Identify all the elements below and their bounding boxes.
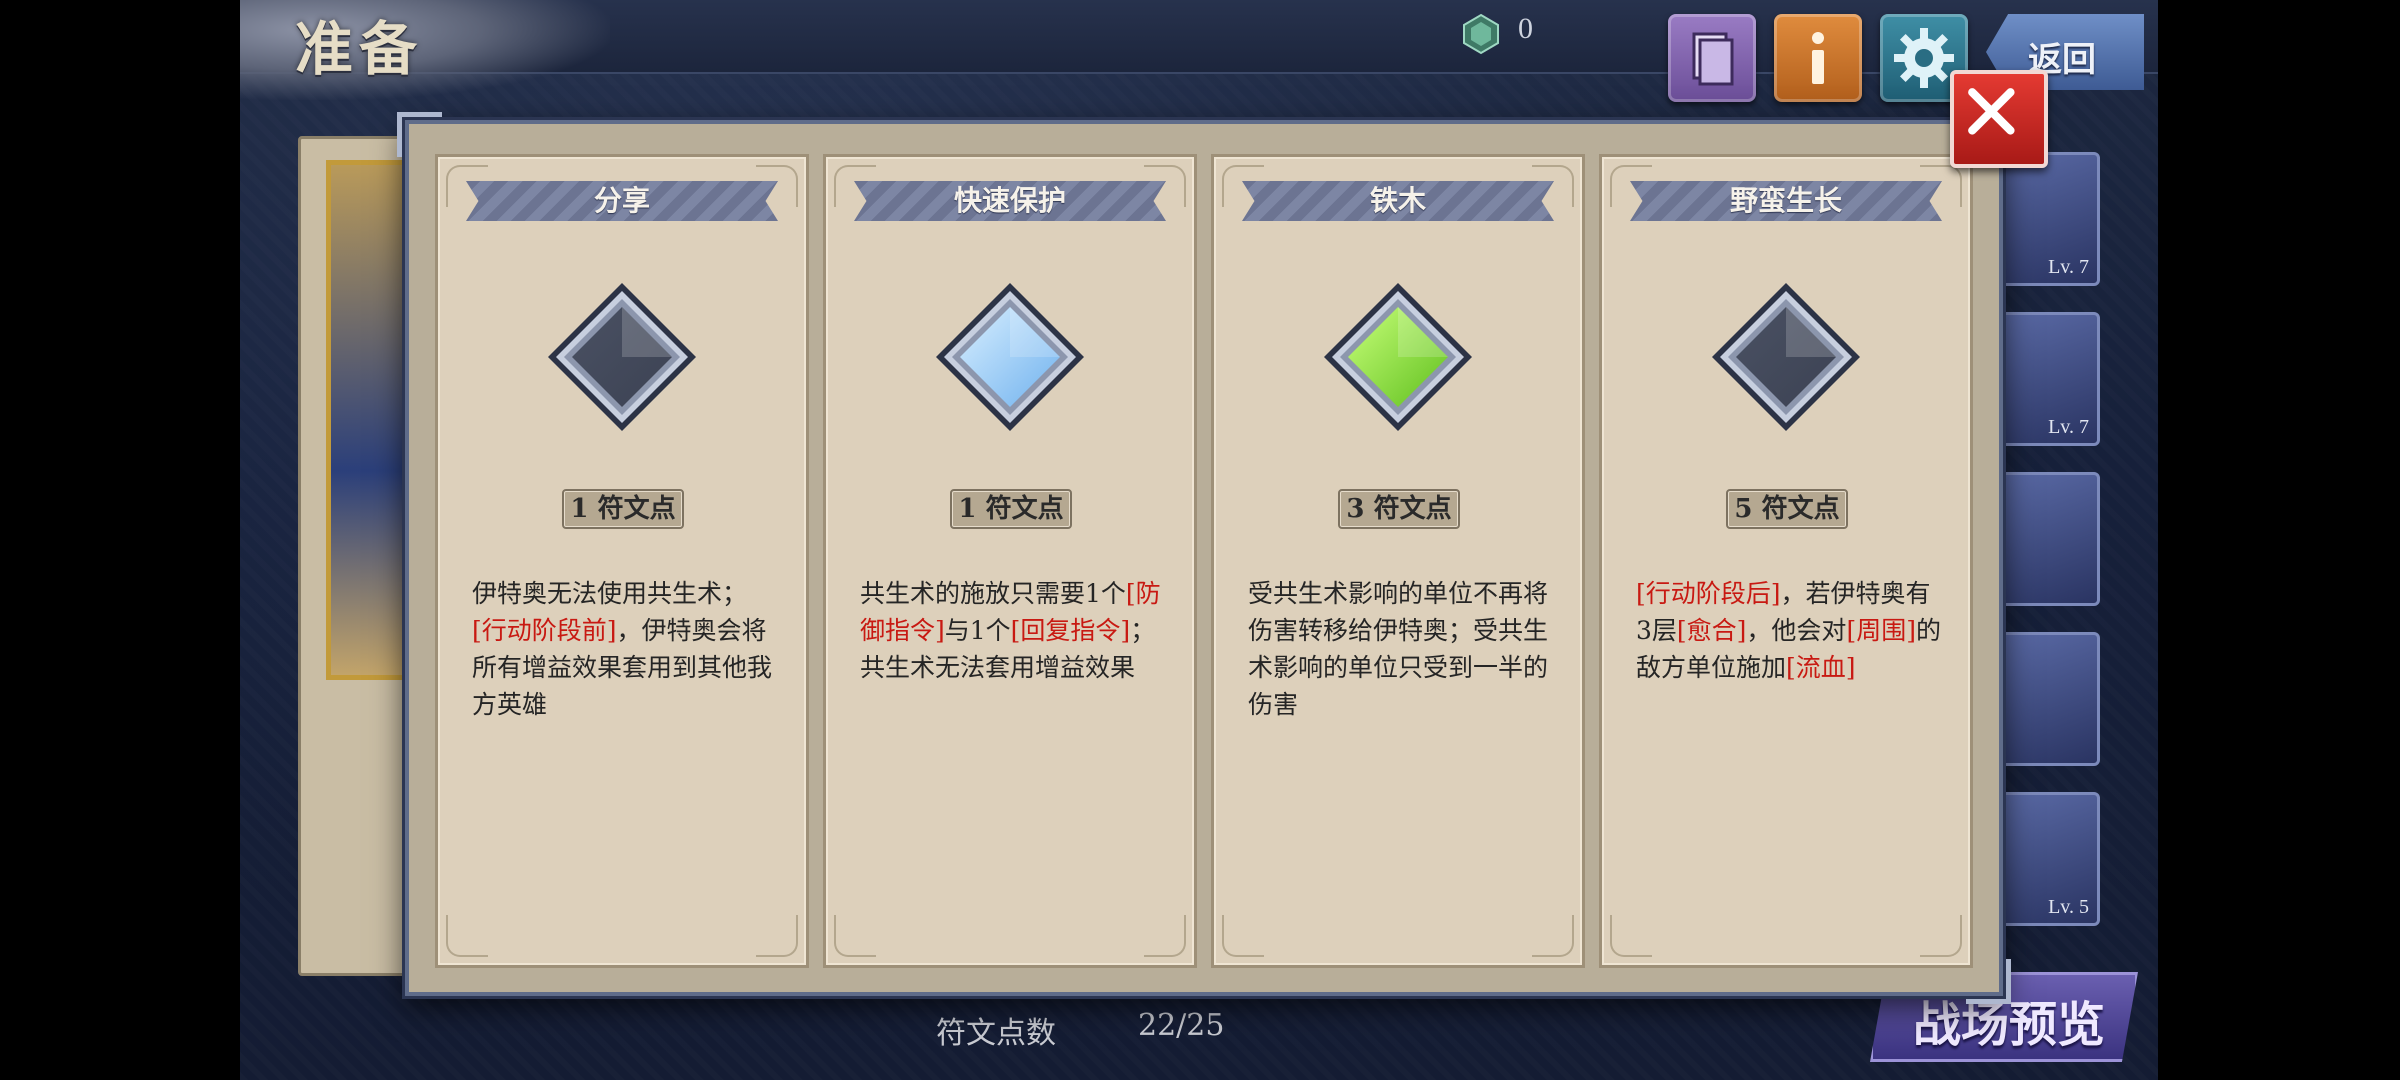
card-corner: [1920, 915, 1962, 957]
rune-card[interactable]: 快速保护 1 符文点 共生术的施放只需要1个[防御指令]与1个[回复指令]；共生…: [823, 154, 1197, 968]
card-corner: [756, 915, 798, 957]
close-icon: [1968, 88, 2015, 135]
card-title: 分享: [593, 184, 650, 217]
description-text: 伊特奥无法使用共生术；: [472, 579, 748, 608]
info-button[interactable]: [1774, 14, 1862, 102]
rune-cost: 1 符文点: [562, 489, 684, 529]
keyword-highlight: [行动阶段后]: [1636, 579, 1781, 608]
hero-thumb[interactable]: Lv. 7: [1990, 312, 2100, 446]
hero-level: Lv. 7: [2048, 416, 2089, 438]
rune-cost: 3 符文点: [1338, 489, 1460, 529]
rune-cost: 1 符文点: [950, 489, 1072, 529]
card-description: 共生术的施放只需要1个[防御指令]与1个[回复指令]；共生术无法套用增益效果: [860, 575, 1166, 686]
rune-gem-icon: [1712, 283, 1860, 431]
hero-thumb[interactable]: Lv. 7: [1990, 152, 2100, 286]
card-corner: [1222, 915, 1264, 957]
page-title: 准备: [295, 15, 424, 83]
rune-gem-icon: [936, 283, 1084, 431]
card-title: 野蛮生长: [1729, 184, 1842, 217]
description-text: 共生术的施放只需要1个: [860, 579, 1126, 608]
rune-cost: 5 符文点: [1726, 489, 1848, 529]
card-corner: [446, 915, 488, 957]
book-icon: [1692, 32, 1734, 86]
card-description: 受共生术影响的单位不再将伤害转移给伊特奥；受共生术影响的单位只受到一半的伤害: [1248, 575, 1554, 723]
keyword-highlight: [回复指令]: [1010, 616, 1131, 645]
rune-points-label: 符文点数: [936, 1016, 1056, 1051]
hero-level: Lv. 7: [2048, 256, 2089, 278]
card-corner: [834, 915, 876, 957]
book-button[interactable]: [1668, 14, 1756, 102]
card-corner: [1532, 915, 1574, 957]
rune-points-value: 22/25: [1138, 1008, 1225, 1043]
hero-thumb[interactable]: Lv. 5: [1990, 792, 2100, 926]
hero-thumb[interactable]: [1990, 632, 2100, 766]
card-title: 铁木: [1369, 184, 1426, 217]
rune-card[interactable]: 铁木 3 符文点 受共生术影响的单位不再将伤害转移给伊特奥；受共生术影响的单位只…: [1211, 154, 1585, 968]
hero-thumb[interactable]: [1990, 472, 2100, 606]
keyword-highlight: [行动阶段前]: [472, 616, 617, 645]
card-corner: [1144, 915, 1186, 957]
currency-count: 0: [1518, 12, 1533, 45]
hero-level: Lv. 5: [2048, 896, 2089, 918]
rune-gem-icon: [1463, 13, 1499, 55]
close-button[interactable]: [1950, 70, 2048, 168]
rune-selection-modal: 分享 1 符文点 伊特奥无法使用共生术；[行动阶段前]，伊特奥会将所有增益效果套…: [397, 112, 2011, 1004]
card-description: [行动阶段后]，若伊特奥有3层[愈合]，他会对[周围]的敌方单位施加[流血]: [1636, 575, 1942, 686]
keyword-highlight: [愈合]: [1676, 616, 1747, 645]
rune-card[interactable]: 分享 1 符文点 伊特奥无法使用共生术；[行动阶段前]，伊特奥会将所有增益效果套…: [435, 154, 809, 968]
card-corner: [1610, 915, 1652, 957]
keyword-highlight: [周围]: [1846, 616, 1916, 645]
card-description: 伊特奥无法使用共生术；[行动阶段前]，伊特奥会将所有增益效果套用到其他我方英雄: [472, 575, 778, 723]
keyword-highlight: [流血]: [1786, 653, 1856, 682]
description-text: 与1个: [944, 616, 1011, 645]
card-title: 快速保护: [953, 184, 1066, 217]
rune-card[interactable]: 野蛮生长 5 符文点 [行动阶段后]，若伊特奥有3层[愈合]，他会对[周围]的敌…: [1599, 154, 1973, 968]
rune-gem-icon: [548, 283, 696, 431]
description-text: ，他会对: [1746, 616, 1847, 645]
info-icon: [1812, 32, 1824, 84]
rune-gem-icon: [1324, 283, 1472, 431]
description-text: 受共生术影响的单位不再将伤害转移给伊特奥；受共生术影响的单位只受到一半的伤害: [1248, 579, 1549, 719]
